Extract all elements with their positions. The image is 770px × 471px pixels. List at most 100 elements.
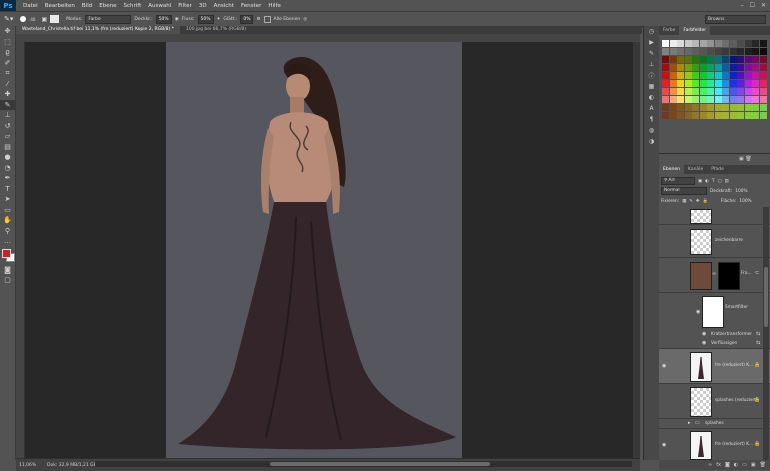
swatch[interactable] <box>662 48 669 55</box>
swatch[interactable] <box>759 96 767 103</box>
swatch[interactable] <box>759 80 767 87</box>
swatch[interactable] <box>752 40 759 47</box>
swatch[interactable] <box>692 72 699 79</box>
swatch[interactable] <box>662 112 669 119</box>
swatch[interactable] <box>677 88 684 95</box>
adjustment-layer-icon[interactable]: ◐ <box>734 462 738 468</box>
foreground-color[interactable] <box>2 248 11 258</box>
zoom-tool-icon[interactable]: ⚲ <box>0 226 15 237</box>
swatch[interactable] <box>737 88 744 95</box>
filter-shape-icon[interactable]: ▢ <box>717 179 721 184</box>
swatch[interactable] <box>737 112 744 119</box>
swatch[interactable] <box>692 56 699 63</box>
swatch[interactable] <box>759 40 767 47</box>
mode-select[interactable]: Farbe <box>85 14 132 24</box>
swatch[interactable] <box>722 56 729 63</box>
swatch[interactable] <box>692 112 699 119</box>
history-icon[interactable]: ◷ <box>644 26 659 37</box>
swatch[interactable] <box>744 96 752 103</box>
swatch[interactable] <box>699 112 707 119</box>
swatch[interactable] <box>707 88 714 95</box>
swatch[interactable] <box>744 80 752 87</box>
tab-farbe[interactable]: Farbe <box>659 26 679 35</box>
swatch[interactable] <box>759 48 767 55</box>
swatch[interactable] <box>699 96 707 103</box>
eraser-tool-icon[interactable]: ▱ <box>0 131 15 142</box>
swatch[interactable] <box>669 40 677 47</box>
menu-filter[interactable]: Filter <box>178 3 192 9</box>
swatch[interactable] <box>669 56 677 63</box>
layer-row[interactable]: ∞ Fra... ⊂ <box>659 258 770 293</box>
swatch[interactable] <box>692 80 699 87</box>
swatch[interactable] <box>729 104 737 111</box>
swatch[interactable] <box>692 48 699 55</box>
swatch[interactable] <box>737 96 744 103</box>
swatch[interactable] <box>722 72 729 79</box>
swatch[interactable] <box>662 56 669 63</box>
swatch[interactable] <box>669 72 677 79</box>
layers-scrollbar[interactable] <box>763 207 769 460</box>
swatch[interactable] <box>669 96 677 103</box>
swatch[interactable] <box>714 40 722 47</box>
layer-row[interactable]: ◉ Kratzertransformer ⇆ <box>659 330 770 339</box>
eye-icon[interactable]: ◉ <box>702 340 706 346</box>
swatch[interactable] <box>669 112 677 119</box>
maximize-icon[interactable]: ☐ <box>750 2 755 9</box>
swatch[interactable] <box>692 40 699 47</box>
swatch[interactable] <box>662 64 669 71</box>
swatch[interactable] <box>759 112 767 119</box>
tab-farbfelder[interactable]: Farbfelder <box>679 26 711 35</box>
fill-field[interactable]: 100% <box>739 199 751 204</box>
swatch[interactable] <box>714 96 722 103</box>
swatch[interactable] <box>692 88 699 95</box>
eye-icon[interactable]: ◉ <box>696 309 700 315</box>
brush-tool-icon[interactable]: ✎ <box>0 99 15 110</box>
swatch[interactable] <box>744 56 752 63</box>
swatch[interactable] <box>684 40 692 47</box>
swatch[interactable] <box>707 72 714 79</box>
dodge-tool-icon[interactable]: ◔ <box>0 163 15 174</box>
filter-type-icon[interactable]: T <box>712 179 715 184</box>
swatch[interactable] <box>699 80 707 87</box>
swatch[interactable] <box>662 80 669 87</box>
swatch[interactable] <box>684 112 692 119</box>
flow-field[interactable]: 50% <box>197 14 214 24</box>
filter-smart-icon[interactable]: ▤ <box>725 179 729 184</box>
paragraph-icon[interactable]: ¶ <box>644 114 659 125</box>
swatch[interactable] <box>737 56 744 63</box>
swatch[interactable] <box>707 64 714 71</box>
swatch[interactable] <box>722 80 729 87</box>
minimize-icon[interactable]: – <box>741 2 744 9</box>
swatch[interactable] <box>684 80 692 87</box>
swatch[interactable] <box>729 88 737 95</box>
swatch[interactable] <box>752 88 759 95</box>
actions-icon[interactable]: ▶ <box>644 37 659 48</box>
swatch[interactable] <box>744 112 752 119</box>
swatch[interactable] <box>669 88 677 95</box>
swatch[interactable] <box>737 80 744 87</box>
swatch[interactable] <box>707 56 714 63</box>
menu-datei[interactable]: Datei <box>23 3 38 9</box>
filter-options-icon[interactable]: ⇆ <box>756 331 760 337</box>
shape-tool-icon[interactable]: ▭ <box>0 205 15 216</box>
swatch[interactable] <box>714 72 722 79</box>
swatch[interactable] <box>744 40 752 47</box>
swatch[interactable] <box>752 96 759 103</box>
swatch[interactable] <box>729 40 737 47</box>
swatch[interactable] <box>699 88 707 95</box>
menu-ebene[interactable]: Ebene <box>99 3 116 9</box>
swatch[interactable] <box>692 104 699 111</box>
layer-kind-select[interactable]: ⚲ Art <box>661 177 695 185</box>
swatch[interactable] <box>684 48 692 55</box>
swatch[interactable] <box>714 112 722 119</box>
tab-kanaele[interactable]: Kanäle <box>684 165 707 174</box>
swatch[interactable] <box>759 56 767 63</box>
filter-adjust-icon[interactable]: ◐ <box>705 179 709 184</box>
swatch[interactable] <box>722 96 729 103</box>
swatch[interactable] <box>677 56 684 63</box>
lasso-tool-icon[interactable]: ϱ <box>0 47 15 58</box>
properties-icon[interactable]: ▦ <box>644 81 659 92</box>
swatch[interactable] <box>677 40 684 47</box>
fx-icon[interactable]: fx <box>716 462 721 468</box>
brush-swatch[interactable] <box>50 15 60 23</box>
